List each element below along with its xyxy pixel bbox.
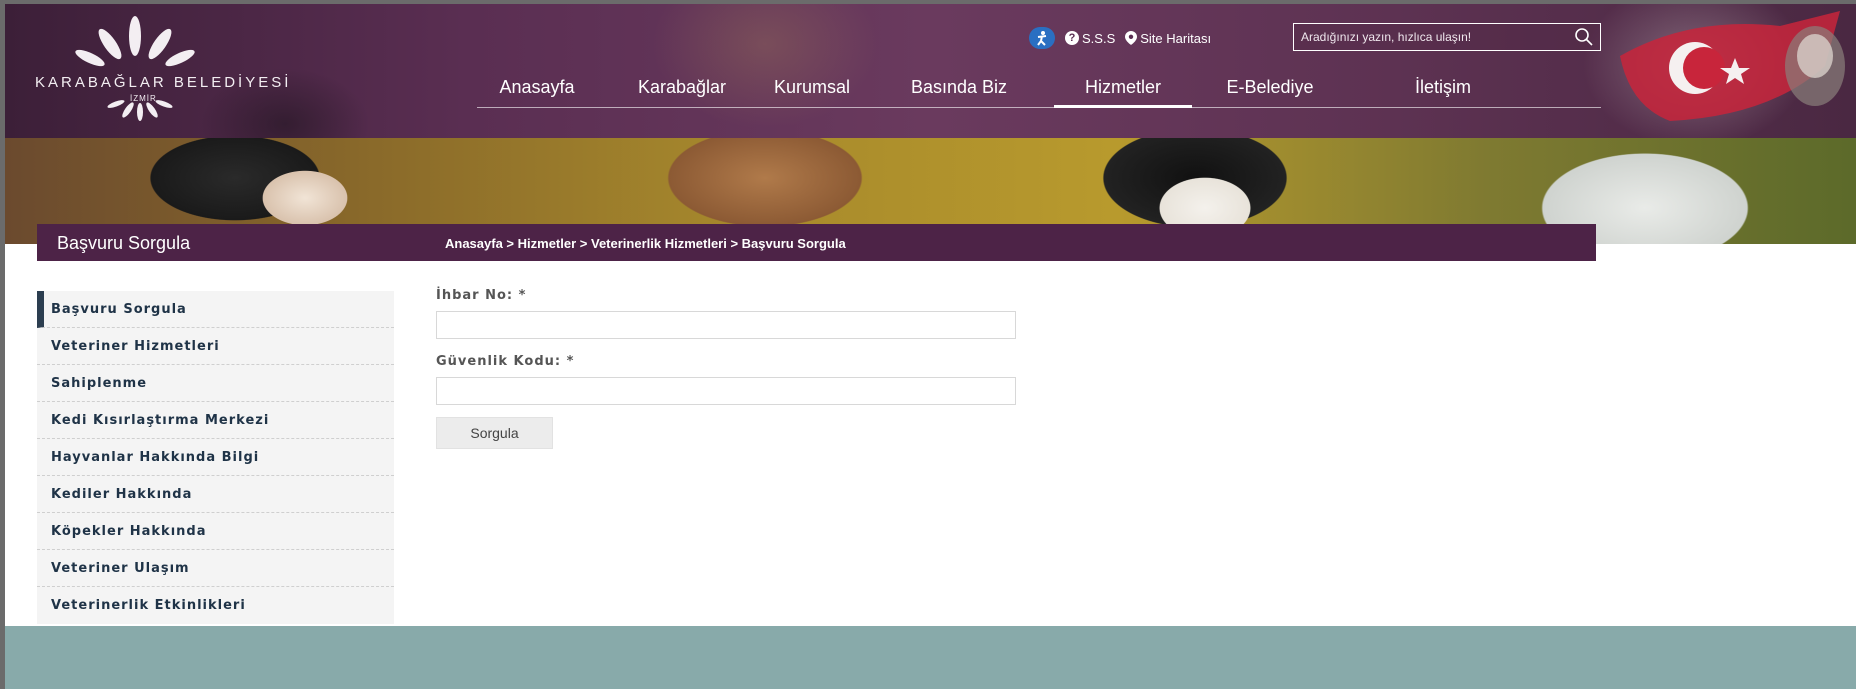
nav-item-hizmetler[interactable]: Hizmetler: [1054, 64, 1192, 108]
sitemap-label: Site Haritası: [1140, 30, 1212, 46]
page-title: Başvuru Sorgula: [57, 233, 191, 253]
search-icon: [1575, 28, 1593, 46]
sidebar-item-veteriner-ulasim[interactable]: Veteriner Ulaşım: [37, 550, 394, 587]
header: KARABAĞLAR BELEDİYESİ İZMİR ? S.S.S Site…: [5, 4, 1856, 244]
sidebar-item-kedi-kisirlastirma[interactable]: Kedi Kısırlaştırma Merkezi: [37, 402, 394, 439]
nav-label: Karabağlar: [637, 77, 727, 97]
search-button[interactable]: [1574, 27, 1594, 52]
logo-subtitle: İZMİR: [130, 94, 157, 103]
nav-item-karabaglar[interactable]: Karabağlar: [617, 64, 747, 107]
breadcrumb-item[interactable]: Hizmetler: [518, 236, 577, 251]
security-code-label: Güvenlik Kodu: *: [436, 354, 575, 369]
logo-name: KARABAĞLAR BELEDİYESİ: [35, 74, 292, 91]
sidebar-item-veteriner-hizmetleri[interactable]: Veteriner Hizmetleri: [37, 328, 394, 365]
nav-label: Anasayfa: [499, 77, 575, 97]
logo-petals-icon: [75, 16, 195, 67]
sidebar-item-label: Veteriner Hizmetleri: [51, 338, 220, 354]
nav-label: E-Belediye: [1226, 77, 1314, 97]
faq-label: S.S.S: [1082, 30, 1116, 46]
sidebar: Başvuru Sorgula Veteriner Hizmetleri Sah…: [37, 291, 394, 624]
map-pin-icon: [1125, 31, 1138, 45]
nav-item-e-belediye[interactable]: E-Belediye: [1205, 64, 1335, 107]
nav-item-kurumsal[interactable]: Kurumsal: [757, 64, 867, 107]
footer: [5, 626, 1856, 689]
faq-link[interactable]: ? S.S.S: [1065, 31, 1115, 46]
accessibility-icon[interactable]: [1029, 27, 1055, 49]
sidebar-item-label: Veteriner Ulaşım: [51, 560, 190, 576]
sidebar-item-sahiplenme[interactable]: Sahiplenme: [37, 365, 394, 402]
nav-label: Basında Biz: [910, 77, 1008, 97]
breadcrumb-separator: >: [576, 236, 591, 251]
sidebar-item-kediler-hakkinda[interactable]: Kediler Hakkında: [37, 476, 394, 513]
breadcrumb-separator: >: [726, 236, 742, 251]
sidebar-item-label: Hayvanlar Hakkında Bilgi: [51, 449, 260, 465]
sidebar-item-veterinerlik-etkinlikleri[interactable]: Veterinerlik Etkinlikleri: [37, 587, 394, 624]
sidebar-item-label: Başvuru Sorgula: [51, 301, 187, 317]
breadcrumb-item[interactable]: Anasayfa: [445, 236, 503, 251]
sidebar-item-label: Sahiplenme: [51, 375, 148, 391]
nav-label: İletişim: [1414, 77, 1471, 97]
sidebar-item-label: Kedi Kısırlaştırma Merkezi: [51, 412, 270, 428]
nav-item-anasayfa[interactable]: Anasayfa: [477, 64, 597, 107]
main-nav: Anasayfa Karabağlar Kurumsal Basında Biz…: [477, 64, 1601, 108]
question-icon: ?: [1065, 31, 1079, 45]
security-code-input[interactable]: [436, 377, 1016, 405]
query-form: İhbar No: * Güvenlik Kodu: * Sorgula: [436, 288, 1016, 449]
search-input[interactable]: [1294, 24, 1564, 50]
turkish-flag-image: [1620, 11, 1845, 121]
page-title-bar: Başvuru Sorgula Anasayfa > Hizmetler > V…: [37, 224, 1596, 261]
ihbar-no-input[interactable]: [436, 311, 1016, 339]
sidebar-item-label: Veterinerlik Etkinlikleri: [51, 598, 246, 613]
sidebar-item-label: Kediler Hakkında: [51, 486, 193, 502]
nav-label: Kurumsal: [773, 77, 851, 97]
sidebar-item-label: Köpekler Hakkında: [51, 523, 207, 539]
search-box: [1293, 23, 1601, 51]
breadcrumb-current: Başvuru Sorgula: [741, 236, 846, 251]
breadcrumb-item[interactable]: Veterinerlik Hizmetleri: [591, 236, 727, 251]
sidebar-item-hayvanlar-hakkinda[interactable]: Hayvanlar Hakkında Bilgi: [37, 439, 394, 476]
breadcrumb-separator: >: [502, 236, 518, 251]
sidebar-item-basvuru-sorgula[interactable]: Başvuru Sorgula: [37, 291, 394, 328]
sidebar-item-kopekler-hakkinda[interactable]: Köpekler Hakkında: [37, 513, 394, 550]
sorgula-button[interactable]: Sorgula: [436, 417, 553, 449]
nav-label: Hizmetler: [1084, 77, 1161, 97]
logo[interactable]: KARABAĞLAR BELEDİYESİ İZMİR: [35, 14, 288, 124]
nav-item-iletisim[interactable]: İletişim: [1371, 64, 1471, 107]
breadcrumb: Anasayfa > Hizmetler > Veterinerlik Hizm…: [445, 236, 846, 251]
utility-bar: ? S.S.S Site Haritası: [1029, 23, 1211, 53]
sitemap-link[interactable]: Site Haritası: [1125, 31, 1211, 46]
ihbar-no-label: İhbar No: *: [436, 288, 527, 303]
nav-item-basinda-biz[interactable]: Basında Biz: [889, 64, 1029, 107]
